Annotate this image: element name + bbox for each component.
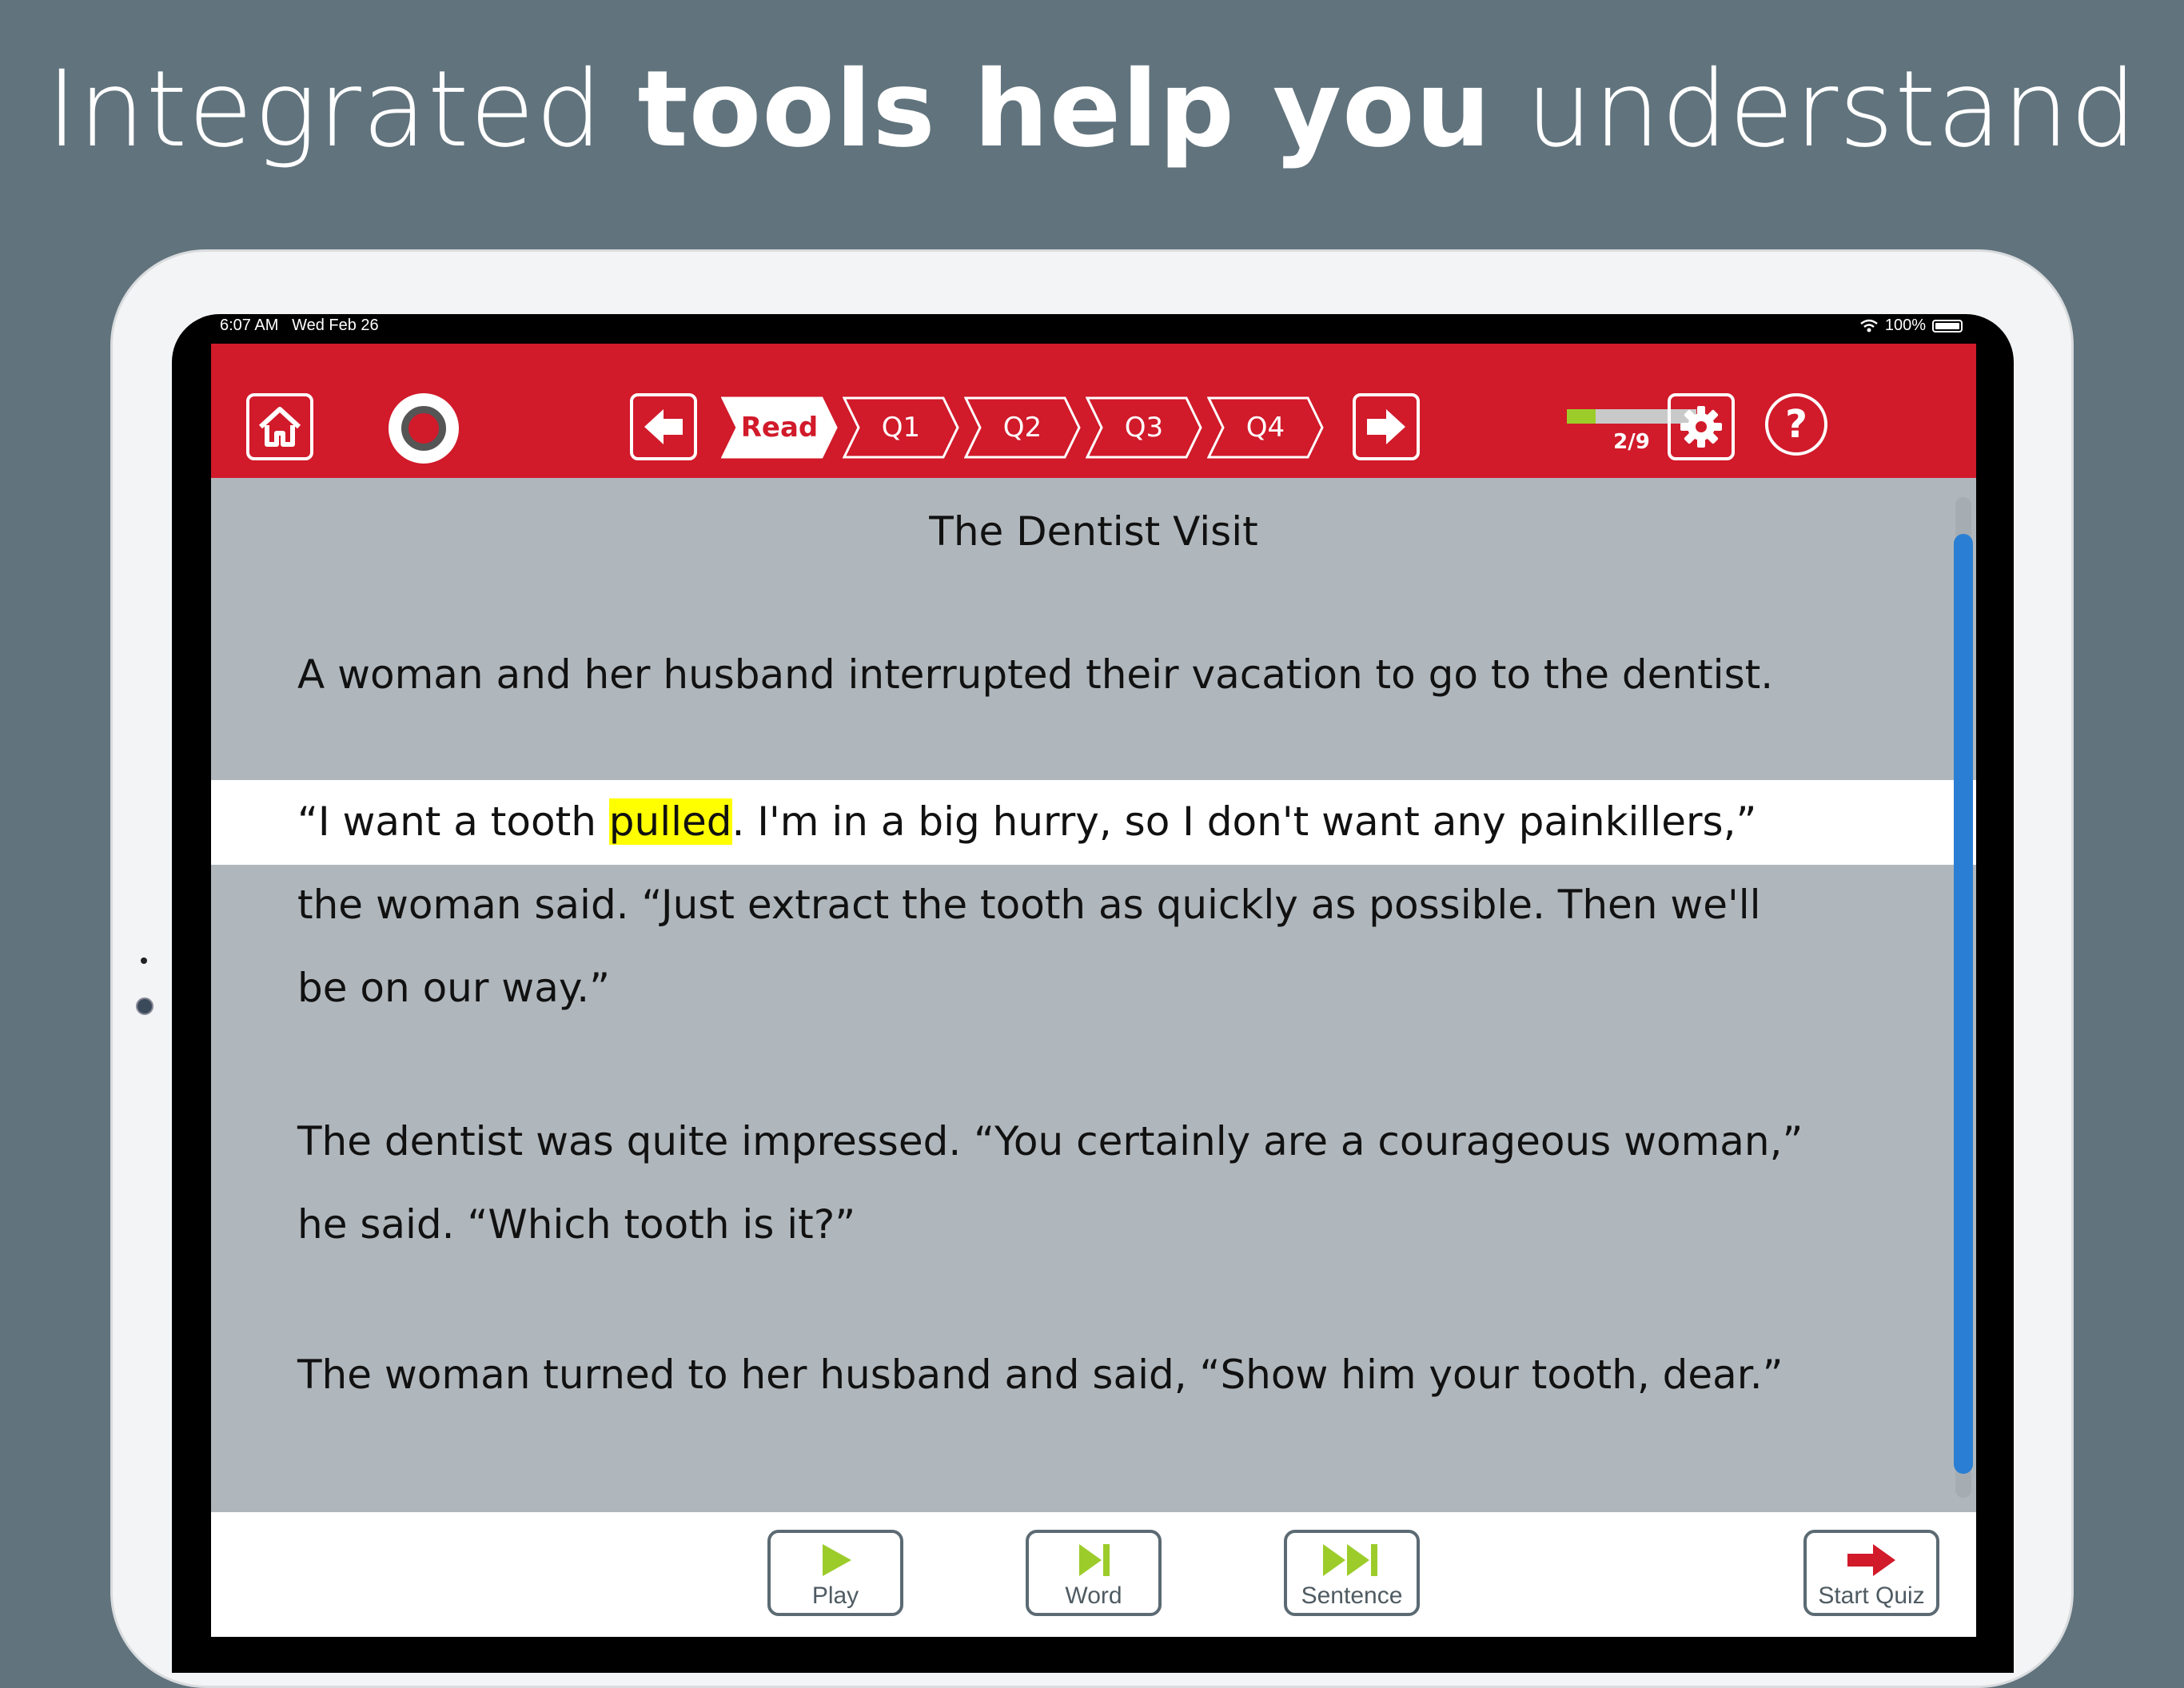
headline-part3: understand [1491, 48, 2138, 171]
play-icon [771, 1543, 900, 1578]
scrollbar-thumb[interactable] [1954, 534, 1973, 1474]
record-button[interactable] [389, 393, 459, 464]
ipad-sensor-dot [141, 957, 147, 964]
sentence-before-highlight: “I want a tooth [297, 798, 609, 845]
previous-button[interactable] [630, 393, 697, 460]
tab-q1-label: Q1 [881, 412, 921, 444]
arrow-left-icon [644, 409, 683, 444]
reading-app: Read Q1 Q2 Q3 Q4 2/9 ? The Dentist Visit… [211, 344, 1976, 1637]
paragraph-2-line-2: the woman said. “Just extract the tooth … [297, 882, 1761, 928]
sentence-button[interactable]: Sentence [1284, 1530, 1420, 1616]
headline-part1: Integrated [46, 48, 638, 171]
paragraph-3-line-2: he said. “Which tooth is it?” [297, 1201, 856, 1248]
paragraph-2-line-3: be on our way.” [297, 965, 611, 1011]
home-icon [258, 407, 301, 447]
status-bar: 6:07 AM Wed Feb 26 100% [212, 314, 1979, 343]
home-button[interactable] [246, 393, 313, 460]
next-word-icon [1029, 1543, 1158, 1578]
reading-pane: The Dentist Visit A woman and her husban… [211, 478, 1976, 1455]
sentence-label: Sentence [1301, 1582, 1403, 1609]
paragraph-3-line-1: The dentist was quite impressed. “You ce… [297, 1118, 1803, 1164]
start-quiz-label: Start Quiz [1818, 1582, 1925, 1609]
paragraph-1: A woman and her husband interrupted thei… [297, 651, 1774, 698]
arrow-right-red-icon [1807, 1543, 1936, 1578]
headline: Integrated tools help you understand [0, 48, 2184, 171]
sentence-after-highlight: . I'm in a big hurry, so I don't want an… [731, 798, 1757, 845]
status-date: Wed Feb 26 [292, 316, 379, 334]
progress-fill [1567, 409, 1596, 424]
status-time: 6:07 AM [220, 316, 279, 334]
start-quiz-button[interactable]: Start Quiz [1803, 1530, 1939, 1616]
record-icon [401, 406, 446, 451]
tab-q2-label: Q2 [1002, 412, 1042, 444]
play-button[interactable]: Play [767, 1530, 903, 1616]
help-icon: ? [1785, 402, 1807, 447]
headline-part2: tools help you [637, 48, 1492, 171]
next-sentence-icon [1287, 1543, 1417, 1578]
tab-q1[interactable]: Q1 [843, 396, 959, 459]
battery-icon [1932, 319, 1963, 332]
tab-q2[interactable]: Q2 [964, 396, 1081, 459]
gear-icon [1680, 406, 1722, 448]
tab-q4-label: Q4 [1245, 412, 1285, 444]
next-button[interactable] [1353, 393, 1420, 460]
status-left: 6:07 AM Wed Feb 26 [220, 316, 379, 335]
highlighted-word[interactable]: pulled [608, 798, 732, 845]
tab-read-label: Read [740, 412, 819, 444]
play-label: Play [811, 1582, 859, 1609]
arrow-right-icon [1367, 409, 1405, 444]
status-right: 100% [1859, 316, 1963, 335]
word-button[interactable]: Word [1026, 1530, 1162, 1616]
tab-q3[interactable]: Q3 [1086, 396, 1202, 459]
help-button[interactable]: ? [1765, 393, 1827, 456]
tab-q3-label: Q3 [1124, 412, 1164, 444]
tab-read[interactable]: Read [721, 396, 838, 459]
battery-percent: 100% [1884, 316, 1926, 334]
tab-q4[interactable]: Q4 [1207, 396, 1324, 459]
playback-footer: Play Word Sentence Start Quiz [211, 1512, 1976, 1637]
wifi-icon [1860, 319, 1878, 332]
toolbar: Read Q1 Q2 Q3 Q4 2/9 ? [211, 344, 1976, 478]
paragraph-4: The woman turned to her husband and said… [297, 1352, 1783, 1398]
word-label: Word [1065, 1582, 1122, 1609]
settings-button[interactable] [1668, 393, 1735, 460]
paragraph-2-line-1: “I want a tooth pulled. I'm in a big hur… [297, 780, 1756, 863]
ipad-camera-dot [136, 997, 153, 1015]
story-title: The Dentist Visit [929, 508, 1258, 555]
